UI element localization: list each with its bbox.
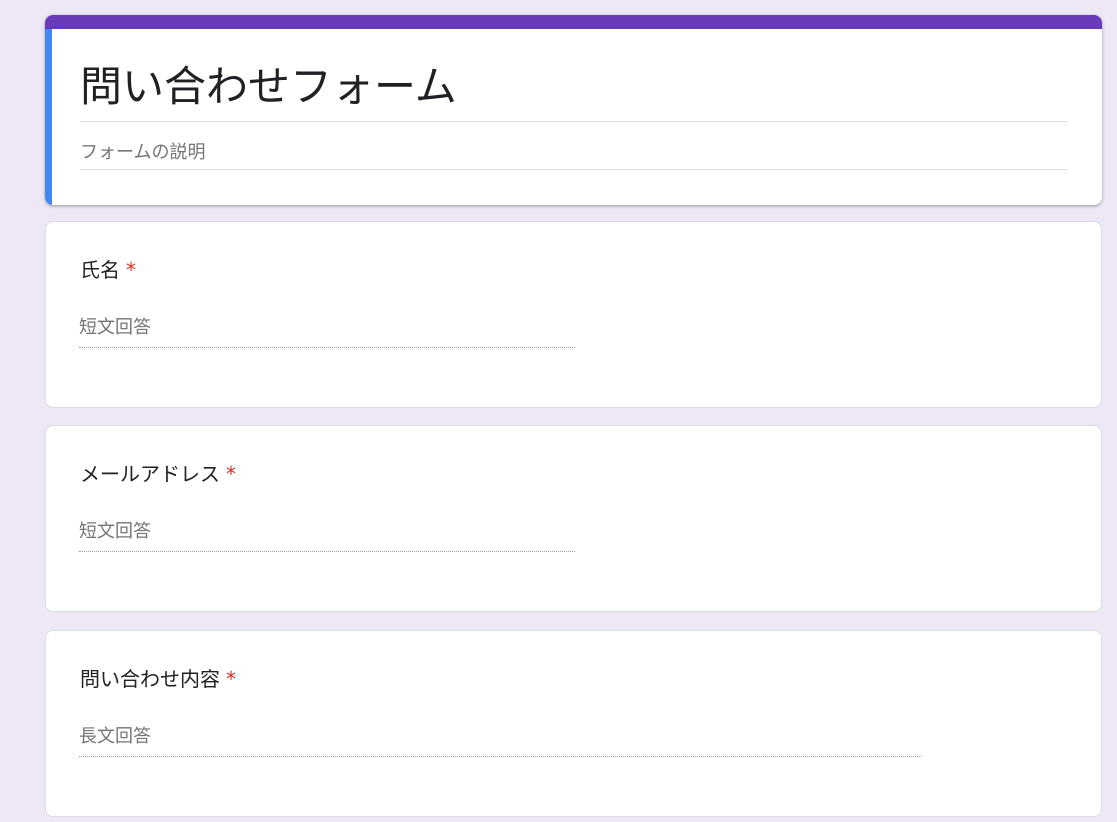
question-title: 問い合わせ内容 * bbox=[80, 665, 236, 693]
long-answer-placeholder: 長文回答 bbox=[79, 724, 922, 757]
question-label: メールアドレス bbox=[80, 462, 220, 486]
required-asterisk: * bbox=[126, 258, 136, 282]
question-card-email[interactable]: メールアドレス * 短文回答 bbox=[45, 425, 1102, 612]
header-accent-bar bbox=[45, 15, 1102, 29]
form-title-card[interactable]: 問い合わせフォーム フォームの説明 bbox=[45, 15, 1102, 205]
question-title: メールアドレス * bbox=[80, 460, 236, 488]
form-title-field[interactable]: 問い合わせフォーム bbox=[80, 61, 1068, 122]
form-description-field[interactable]: フォームの説明 bbox=[80, 139, 1068, 170]
question-label: 問い合わせ内容 bbox=[80, 667, 220, 691]
question-title: 氏名 * bbox=[80, 256, 136, 284]
short-answer-placeholder: 短文回答 bbox=[79, 519, 575, 552]
required-asterisk: * bbox=[226, 462, 236, 486]
question-label: 氏名 bbox=[80, 258, 120, 282]
short-answer-placeholder: 短文回答 bbox=[79, 315, 575, 348]
question-card-inquiry[interactable]: 問い合わせ内容 * 長文回答 bbox=[45, 630, 1102, 817]
form-editor: 問い合わせフォーム フォームの説明 氏名 * 短文回答 メールアドレス * 短文回答… bbox=[0, 0, 1117, 822]
question-card-name[interactable]: 氏名 * 短文回答 bbox=[45, 221, 1102, 408]
focus-indicator-bar bbox=[45, 29, 52, 205]
required-asterisk: * bbox=[226, 667, 236, 691]
